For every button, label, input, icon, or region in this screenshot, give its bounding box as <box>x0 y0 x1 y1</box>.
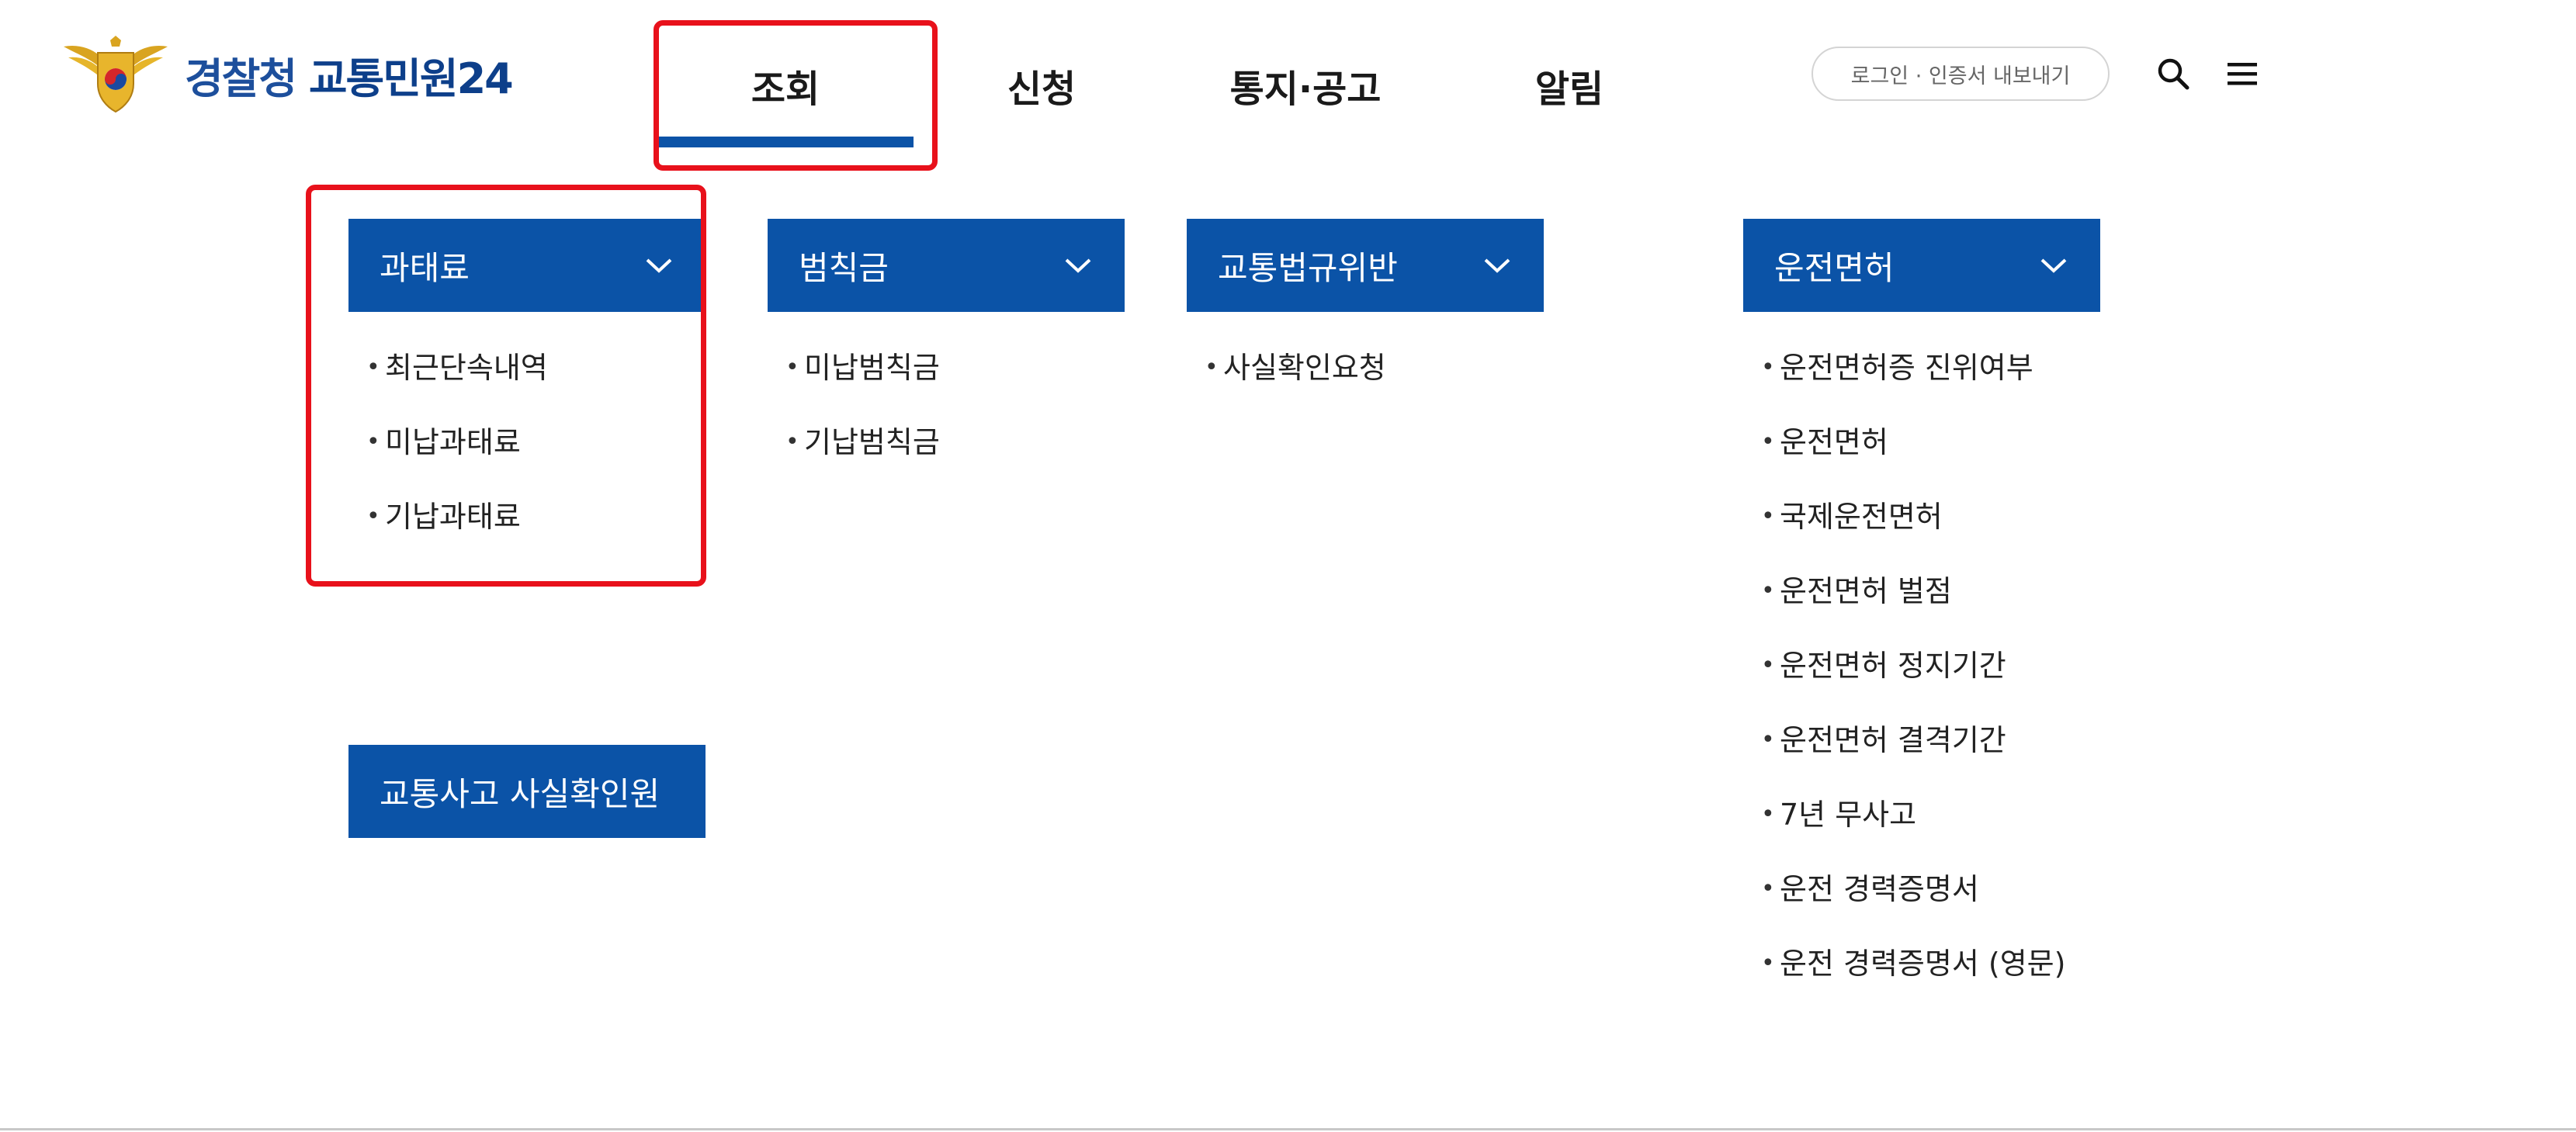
submenu-fact-check-request[interactable]: • 사실확인요청 <box>1205 337 1386 411</box>
tab-notice[interactable]: 통지·공고 <box>1170 23 1441 147</box>
submenu-license-disqualification[interactable]: • 운전면허 결격기간 <box>1761 709 2065 784</box>
traffic-violation-submenu: • 사실확인요청 <box>1205 337 1386 411</box>
category-penalty[interactable]: 범칙금 <box>768 219 1125 312</box>
penalty-submenu: • 미납범칙금 • 기납범칙금 <box>785 337 940 486</box>
site-header: 경찰청 교통민원24 조회 신청 통지·공고 알림 로그인 · 인증서 내보내기 <box>0 0 2576 155</box>
tab-application[interactable]: 신청 <box>914 23 1170 147</box>
category-driver-license[interactable]: 운전면허 <box>1743 219 2100 312</box>
hamburger-menu-icon[interactable] <box>2223 55 2262 92</box>
driver-license-submenu: • 운전면허증 진위여부 • 운전면허 • 국제운전면허 • 운전면허 벌점 • 운전면허… <box>1761 337 2065 1007</box>
submenu-driving-record[interactable]: • 운전 경력증명서 <box>1761 858 2065 933</box>
search-icon[interactable] <box>2155 55 2192 92</box>
highlight-box-inquiry-tab <box>654 20 938 171</box>
category-penalty-label: 범칙금 <box>799 248 889 287</box>
accident-fact-confirmation-button[interactable]: 교통사고 사실확인원 <box>348 745 706 838</box>
submenu-paid-penalty[interactable]: • 기납범칙금 <box>785 411 940 486</box>
submenu-seven-year-safe-driving[interactable]: • 7년 무사고 <box>1761 784 2065 858</box>
logo-text-agency: 경찰청 <box>185 54 297 103</box>
chevron-down-icon <box>2040 258 2067 273</box>
highlight-box-fine-category <box>306 185 706 587</box>
police-emblem-icon <box>64 36 168 113</box>
logo-text: 경찰청 교통민원24 <box>185 44 514 106</box>
chevron-down-icon <box>1484 258 1510 273</box>
submenu-license-suspension[interactable]: • 운전면허 정지기간 <box>1761 635 2065 709</box>
chevron-down-icon <box>1065 258 1091 273</box>
submenu-driver-license[interactable]: • 운전면허 <box>1761 411 2065 486</box>
submenu-unpaid-penalty[interactable]: • 미납범칙금 <box>785 337 940 411</box>
submenu-driving-record-english[interactable]: • 운전 경력증명서 (영문) <box>1761 933 2065 1007</box>
submenu-license-points[interactable]: • 운전면허 벌점 <box>1761 560 2065 635</box>
login-certificate-export-button[interactable]: 로그인 · 인증서 내보내기 <box>1812 47 2110 101</box>
tab-alerts[interactable]: 알림 <box>1441 23 1697 147</box>
bottom-divider <box>0 1128 2576 1130</box>
category-driver-license-label: 운전면허 <box>1774 248 1895 287</box>
logo-text-service: 교통민원24 <box>308 54 514 103</box>
submenu-international-license[interactable]: • 국제운전면허 <box>1761 486 2065 560</box>
category-traffic-violation-label: 교통법규위반 <box>1218 248 1398 287</box>
site-logo[interactable]: 경찰청 교통민원24 <box>57 36 514 113</box>
category-traffic-violation[interactable]: 교통법규위반 <box>1187 219 1544 312</box>
submenu-license-authenticity[interactable]: • 운전면허증 진위여부 <box>1761 337 2065 411</box>
